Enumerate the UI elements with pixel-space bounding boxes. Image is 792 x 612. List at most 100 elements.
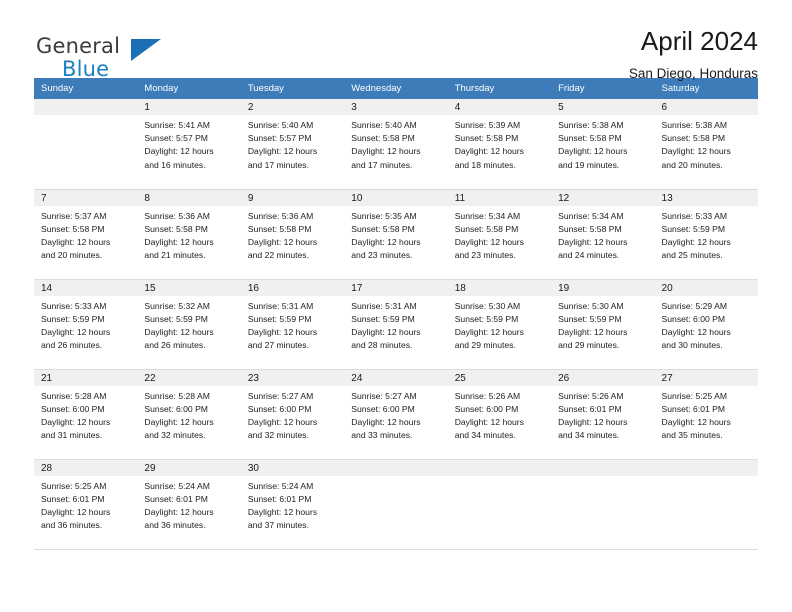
calendar-day-cell[interactable]: 13 Sunrise: 5:33 AM Sunset: 5:59 PM Dayligh… <box>654 189 758 280</box>
calendar-day-cell[interactable]: 25 Sunrise: 5:26 AM Sunset: 6:00 PM Dayligh… <box>447 369 552 460</box>
calendar-day-cell[interactable]: 2 Sunrise: 5:40 AM Sunset: 5:57 PM Daylight… <box>240 99 345 190</box>
calendar-day-cell[interactable]: 3 Sunrise: 5:40 AM Sunset: 5:58 PM Daylight… <box>344 99 448 190</box>
calendar-day-cell[interactable]: 19 Sunrise: 5:30 AM Sunset: 5:59 PM Dayligh… <box>551 279 655 370</box>
day-number: 4 <box>447 99 552 115</box>
detail-sunset: Sunset: 5:57 PM <box>247 133 312 144</box>
detail-daylight1: Daylight: 12 hours <box>144 326 214 337</box>
calendar-day-cell[interactable]: 28 Sunrise: 5:25 AM Sunset: 6:01 PM Dayligh… <box>34 459 138 550</box>
detail-daylight2: and 31 minutes. <box>41 430 103 441</box>
detail-daylight2: and 21 minutes. <box>144 250 206 261</box>
detail-daylight2: and 26 minutes. <box>144 340 206 351</box>
general-blue-logo[interactable]: General Blue <box>34 26 194 82</box>
detail-sunset: Sunset: 5:58 PM <box>41 223 105 234</box>
detail-sunrise: Sunrise: 5:34 AM <box>558 210 624 221</box>
calendar-day-cell[interactable]: 24 Sunrise: 5:27 AM Sunset: 6:00 PM Dayligh… <box>344 369 448 460</box>
calendar-day-cell[interactable]: 4 Sunrise: 5:39 AM Sunset: 5:58 PM Daylight… <box>447 99 552 190</box>
day-details: Sunrise: 5:34 AM Sunset: 5:58 PM Daylight:… <box>551 206 654 263</box>
calendar-day-cell[interactable]: 30 Sunrise: 5:24 AM Sunset: 6:01 PM Dayligh… <box>240 459 345 550</box>
detail-sunrise: Sunrise: 5:38 AM <box>661 120 727 130</box>
detail-daylight2: and 36 minutes. <box>144 520 206 531</box>
detail-daylight1: Daylight: 12 hours <box>661 146 731 157</box>
detail-daylight1: Daylight: 12 hours <box>661 326 731 337</box>
detail-daylight1: Daylight: 12 hours <box>41 416 111 427</box>
calendar-day-cell[interactable]: 5 Sunrise: 5:38 AM Sunset: 5:58 PM Daylight… <box>551 99 655 190</box>
calendar-day-cell[interactable]: 23 Sunrise: 5:27 AM Sunset: 6:00 PM Dayligh… <box>240 369 345 460</box>
detail-sunset: Sunset: 6:01 PM <box>558 403 622 414</box>
detail-daylight2: and 19 minutes. <box>558 159 620 170</box>
day-details: Sunrise: 5:40 AM Sunset: 5:58 PM Daylight:… <box>344 115 447 172</box>
day-number: 30 <box>240 459 345 476</box>
detail-daylight2: and 34 minutes. <box>454 430 516 441</box>
day-details: Sunrise: 5:36 AM Sunset: 5:58 PM Daylight:… <box>241 206 344 263</box>
detail-daylight2: and 26 minutes. <box>41 340 103 351</box>
calendar-day-cell[interactable]: 10 Sunrise: 5:35 AM Sunset: 5:58 PM Dayligh… <box>344 189 448 280</box>
calendar-day-cell[interactable]: 21 Sunrise: 5:28 AM Sunset: 6:00 PM Dayligh… <box>34 369 138 460</box>
calendar-day-cell[interactable]: 18 Sunrise: 5:30 AM Sunset: 5:59 PM Dayligh… <box>447 279 552 370</box>
calendar-day-cell[interactable]: 14 Sunrise: 5:33 AM Sunset: 5:59 PM Dayligh… <box>34 279 138 370</box>
detail-daylight1: Daylight: 12 hours <box>144 506 214 517</box>
detail-sunrise: Sunrise: 5:29 AM <box>661 300 727 311</box>
detail-sunrise: Sunrise: 5:27 AM <box>351 390 417 401</box>
detail-daylight1: Daylight: 12 hours <box>454 146 524 157</box>
detail-sunrise: Sunrise: 5:24 AM <box>247 480 314 491</box>
day-details: Sunrise: 5:30 AM Sunset: 5:59 PM Daylight:… <box>448 296 551 353</box>
day-number: 19 <box>551 279 655 296</box>
detail-sunrise: Sunrise: 5:36 AM <box>144 210 210 221</box>
calendar-empty-cell <box>34 99 138 190</box>
day-details: Sunrise: 5:34 AM Sunset: 5:58 PM Daylight:… <box>448 206 551 263</box>
calendar-day-cell[interactable]: 17 Sunrise: 5:31 AM Sunset: 5:59 PM Dayligh… <box>344 279 448 370</box>
detail-sunset: Sunset: 6:00 PM <box>351 403 415 414</box>
detail-sunset: Sunset: 6:01 PM <box>661 403 726 414</box>
detail-daylight1: Daylight: 12 hours <box>144 236 214 247</box>
day-details: Sunrise: 5:28 AM Sunset: 6:00 PM Daylight:… <box>34 386 137 443</box>
day-details: Sunrise: 5:27 AM Sunset: 6:00 PM Daylight:… <box>344 386 447 443</box>
detail-daylight1: Daylight: 12 hours <box>558 146 628 157</box>
detail-daylight1: Daylight: 12 hours <box>351 326 421 337</box>
detail-daylight2: and 22 minutes. <box>247 250 309 261</box>
page-title: April 2024 <box>640 26 758 56</box>
detail-sunrise: Sunrise: 5:40 AM <box>351 120 417 130</box>
day-details: Sunrise: 5:26 AM Sunset: 6:01 PM Daylight:… <box>551 386 654 443</box>
calendar-day-cell[interactable]: 27 Sunrise: 5:25 AM Sunset: 6:01 PM Dayligh… <box>654 369 758 460</box>
calendar-week-row: 28 Sunrise: 5:25 AM Sunset: 6:01 PM Dayligh… <box>34 459 758 550</box>
detail-daylight2: and 16 minutes. <box>144 159 206 170</box>
day-details: Sunrise: 5:29 AM Sunset: 6:00 PM Daylight:… <box>655 296 758 353</box>
day-details: Sunrise: 5:38 AM Sunset: 5:58 PM Daylight:… <box>551 115 654 172</box>
day-number: 6 <box>654 99 758 115</box>
calendar-day-cell[interactable]: 1 Sunrise: 5:41 AM Sunset: 5:57 PM Daylight… <box>137 99 241 190</box>
calendar-day-cell[interactable]: 8 Sunrise: 5:36 AM Sunset: 5:58 PM Daylight… <box>137 189 241 280</box>
day-details: Sunrise: 5:33 AM Sunset: 5:59 PM Daylight:… <box>34 296 137 353</box>
detail-daylight1: Daylight: 12 hours <box>247 236 318 247</box>
calendar-body: 1 Sunrise: 5:41 AM Sunset: 5:57 PM Daylight… <box>34 99 758 550</box>
calendar-day-cell[interactable]: 9 Sunrise: 5:36 AM Sunset: 5:58 PM Daylight… <box>240 189 345 280</box>
calendar-day-cell[interactable]: 15 Sunrise: 5:32 AM Sunset: 5:59 PM Dayligh… <box>137 279 241 370</box>
calendar-day-cell[interactable]: 12 Sunrise: 5:34 AM Sunset: 5:58 PM Dayligh… <box>551 189 655 280</box>
calendar-day-cell[interactable]: 29 Sunrise: 5:24 AM Sunset: 6:01 PM Dayligh… <box>137 459 241 550</box>
day-number: 27 <box>654 369 758 386</box>
day-number: 15 <box>137 279 241 296</box>
detail-sunrise: Sunrise: 5:26 AM <box>558 390 624 401</box>
detail-sunset: Sunset: 5:59 PM <box>454 313 519 324</box>
detail-sunrise: Sunrise: 5:27 AM <box>247 390 314 401</box>
detail-sunset: Sunset: 5:58 PM <box>558 133 622 144</box>
day-number: 18 <box>447 279 552 296</box>
detail-sunset: Sunset: 5:59 PM <box>661 223 726 234</box>
calendar-day-cell[interactable]: 16 Sunrise: 5:31 AM Sunset: 5:59 PM Dayligh… <box>240 279 345 370</box>
page-header: General Blue April 2024 San Diego, Hondu… <box>34 0 758 81</box>
detail-sunrise: Sunrise: 5:33 AM <box>41 300 107 311</box>
day-number: 11 <box>447 189 552 206</box>
calendar-day-cell[interactable]: 6 Sunrise: 5:38 AM Sunset: 5:58 PM Daylight… <box>654 99 758 190</box>
detail-sunset: Sunset: 6:00 PM <box>661 313 726 324</box>
logo-text-general: General <box>36 34 121 58</box>
day-details: Sunrise: 5:26 AM Sunset: 6:00 PM Daylight:… <box>448 386 551 443</box>
calendar-day-cell[interactable]: 7 Sunrise: 5:37 AM Sunset: 5:58 PM Daylight… <box>34 189 138 280</box>
calendar-day-cell[interactable]: 22 Sunrise: 5:28 AM Sunset: 6:00 PM Dayligh… <box>137 369 241 460</box>
calendar-week-row: 7 Sunrise: 5:37 AM Sunset: 5:58 PM Daylight… <box>34 189 758 280</box>
logo-triangle-icon <box>131 39 161 61</box>
day-details: Sunrise: 5:30 AM Sunset: 5:59 PM Daylight:… <box>551 296 654 353</box>
calendar-day-cell[interactable]: 26 Sunrise: 5:26 AM Sunset: 6:01 PM Dayligh… <box>551 369 655 460</box>
detail-daylight2: and 25 minutes. <box>661 250 723 261</box>
calendar-day-cell[interactable]: 20 Sunrise: 5:29 AM Sunset: 6:00 PM Dayligh… <box>654 279 758 370</box>
day-details: Sunrise: 5:41 AM Sunset: 5:57 PM Daylight:… <box>137 115 240 172</box>
calendar-day-cell[interactable]: 11 Sunrise: 5:34 AM Sunset: 5:58 PM Dayligh… <box>447 189 552 280</box>
